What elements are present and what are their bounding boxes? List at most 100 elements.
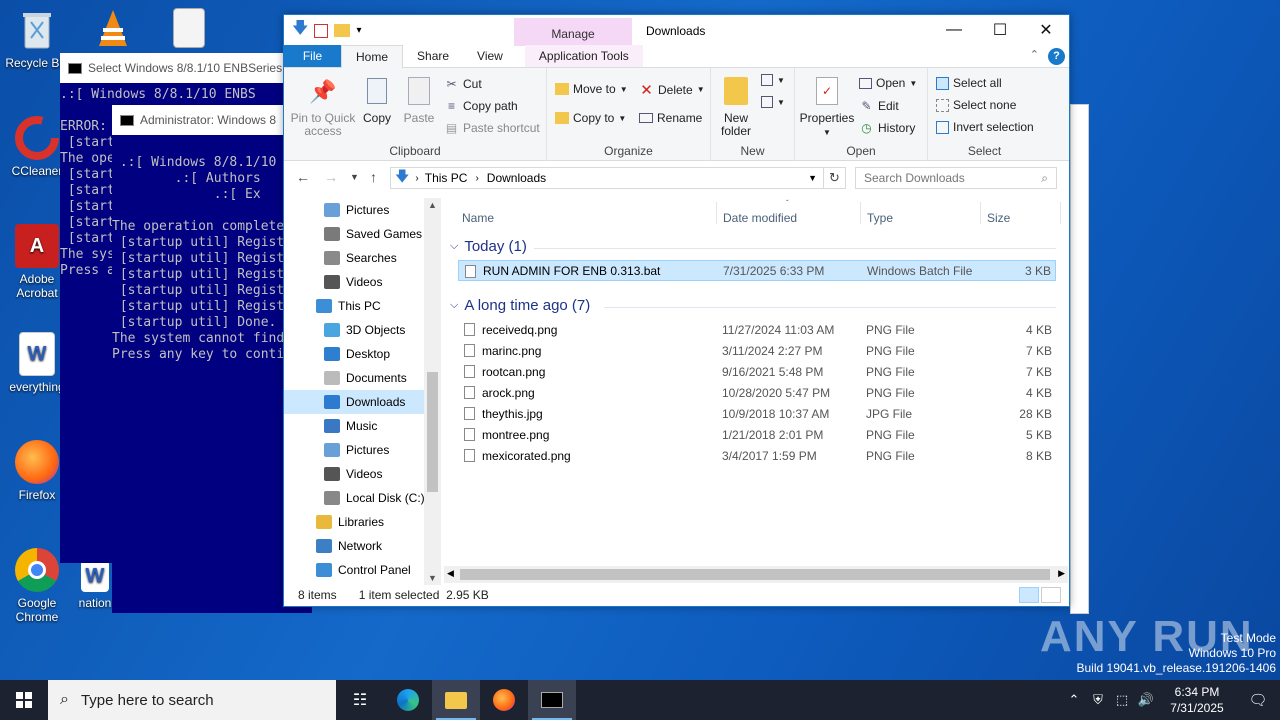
nav-item-music[interactable]: Music [284,414,440,438]
file-group-header[interactable]: ⌵ A long time ago (7) [450,297,590,314]
recent-locations-icon[interactable]: ▼ [350,172,359,182]
tab-file[interactable]: File [284,45,341,67]
file-row[interactable]: receivedq.png 11/27/2024 11:03 AM PNG File… [458,319,1056,340]
desktop-icon-vlc[interactable] [76,6,150,54]
nav-item-desktop[interactable]: Desktop [284,342,440,366]
column-divider[interactable] [980,202,981,224]
new-folder-button[interactable]: New folder [715,74,757,138]
manage-contextual-tab[interactable]: Manage [514,18,632,46]
volume-icon[interactable]: 🔊 [1134,692,1158,708]
file-list-horizontal-scrollbar[interactable]: ◀ ▶ [444,566,1068,583]
back-arrow-icon[interactable]: ← [296,169,310,185]
nav-item-pictures[interactable]: Pictures [284,438,440,462]
copy-button[interactable]: Copy [360,74,394,125]
column-divider[interactable] [860,202,861,224]
nav-item-documents[interactable]: Documents [284,366,440,390]
console-taskbar-button[interactable] [528,680,576,720]
up-arrow-icon[interactable]: ↑ [370,169,377,185]
nav-item-3d-objects[interactable]: 3D Objects [284,318,440,342]
paste-shortcut-button[interactable]: ▤ Paste shortcut [444,120,540,135]
rename-button[interactable]: Rename [639,111,702,125]
maximize-button[interactable]: ☐ [977,15,1023,45]
edge-taskbar-button[interactable] [384,680,432,720]
minimize-button[interactable]: — [931,15,977,45]
console-titlebar[interactable]: Select Windows 8/8.1/10 ENBSeries 0 [60,53,300,83]
copy-to-button[interactable]: Copy to ▼ [555,111,626,125]
properties-qat-icon[interactable] [314,23,329,38]
scroll-up-icon[interactable]: ▲ [424,200,441,210]
file-row[interactable]: mexicorated.png 3/4/2017 1:59 PM PNG File 8… [458,445,1056,466]
nav-item-network[interactable]: Network [284,534,440,558]
copy-path-button[interactable]: ≡ Copy path [444,98,518,113]
nav-item-pictures[interactable]: Pictures [284,198,440,222]
file-row[interactable]: marinc.png 3/11/2024 2:27 PM PNG File 7 KB [458,340,1056,361]
column-divider[interactable] [716,202,717,224]
file-explorer-taskbar-button[interactable] [432,680,480,720]
column-header-name[interactable]: Name [462,211,494,225]
column-header-size[interactable]: Size [987,211,1010,225]
nav-item-videos[interactable]: Videos [284,270,440,294]
invert-selection-button[interactable]: Invert selection [936,120,1034,134]
security-icon[interactable]: ⛨ [1086,692,1110,708]
column-header-date-modified[interactable]: Date modified [723,211,797,225]
address-dropdown-icon[interactable]: ▼ [808,173,817,183]
firefox-taskbar-button[interactable] [480,680,528,720]
nav-item-local-disk-c[interactable]: Local Disk (C:) [284,486,440,510]
file-row[interactable]: montree.png 1/21/2018 2:01 PM PNG File 5 KB [458,424,1056,445]
scroll-right-icon[interactable]: ▶ [1058,568,1065,579]
scroll-left-icon[interactable]: ◀ [447,568,454,579]
explorer-titlebar[interactable]: 🡇 ▾ Manage Downloads — ☐ ✕ [284,15,1069,46]
address-bar[interactable]: 🡇 › This PC › Downloads ▼ [390,167,824,189]
file-row[interactable]: rootcan.png 9/16/2021 5:48 PM PNG File 7 KB [458,361,1056,382]
collapse-group-chevron-icon[interactable]: ⌵ [450,299,458,312]
details-view-icon[interactable] [1019,587,1039,603]
breadcrumb-chevron-icon[interactable]: › [415,173,418,184]
select-none-button[interactable]: Select none [936,98,1016,112]
file-explorer-window[interactable]: 🡇 ▾ Manage Downloads — ☐ ✕ File Home Sha… [283,14,1070,607]
move-to-button[interactable]: Move to ▼ [555,82,628,96]
scroll-down-icon[interactable]: ▼ [424,573,441,583]
properties-button[interactable]: ✓ Properties ▼ [799,74,855,139]
nav-item-control-panel[interactable]: Control Panel [284,558,440,582]
refresh-button[interactable]: ↻ [824,167,846,189]
scrollbar-thumb[interactable] [427,372,438,492]
console-titlebar[interactable]: Administrator: Windows 8 [112,105,312,135]
cut-button[interactable]: ✂ Cut [444,76,481,91]
taskbar-clock[interactable]: 6:34 PM 7/31/2025 [1158,684,1236,716]
taskbar-search-input[interactable]: Type here to search [81,692,214,709]
large-icons-view-icon[interactable] [1041,587,1061,603]
nav-item-videos[interactable]: Videos [284,462,440,486]
column-divider[interactable] [1060,202,1061,224]
scrollbar-thumb[interactable] [460,569,1050,580]
open-button[interactable]: Open ▼ [859,76,917,90]
column-header-type[interactable]: Type [867,211,893,225]
pin-to-quick-access-button[interactable]: 📌 Pin to Quick access [290,74,356,138]
show-hidden-icons-chevron-icon[interactable]: ⌃ [1062,692,1086,708]
select-all-button[interactable]: Select all [936,76,1002,90]
network-icon[interactable]: ⬚ [1110,692,1134,708]
nav-item-libraries[interactable]: Libraries [284,510,440,534]
breadcrumb-chevron-icon[interactable]: › [475,173,478,184]
nav-item-this-pc[interactable]: This PC [284,294,440,318]
breadcrumb-downloads[interactable]: Downloads [487,171,546,185]
customize-qat-icon[interactable]: ▾ [356,25,361,36]
new-folder-qat-icon[interactable] [334,24,351,37]
start-button[interactable] [0,680,48,720]
edit-button[interactable]: ✎ Edit [859,98,898,113]
tab-home[interactable]: Home [341,45,404,68]
console-window-front[interactable]: Administrator: Windows 8 .:[ Windows 8/8… [112,105,312,613]
help-icon[interactable]: ? [1048,48,1065,65]
file-row[interactable]: arock.png 10/28/2020 5:47 PM PNG File 4 KB [458,382,1056,403]
nav-item-saved-games[interactable]: Saved Games [284,222,440,246]
history-button[interactable]: ◷ History [859,120,915,135]
file-row[interactable]: RUN ADMIN FOR ENB 0.313.bat 7/31/2025 6:3… [458,260,1056,281]
desktop-icon-image[interactable] [152,8,226,52]
notifications-icon[interactable]: 🗨 [1236,691,1280,709]
task-view-button[interactable]: ☷ [336,680,384,720]
nav-pane-scrollbar[interactable]: ▲ ▼ [424,198,441,585]
taskbar-search-box[interactable]: ⌕ Type here to search [48,680,336,720]
collapse-ribbon-icon[interactable]: ⌃ [1030,48,1039,61]
file-row[interactable]: theythis.jpg 10/9/2018 10:37 AM JPG File 28… [458,403,1056,424]
nav-item-searches[interactable]: Searches [284,246,440,270]
breadcrumb-this-pc[interactable]: This PC [425,171,468,185]
